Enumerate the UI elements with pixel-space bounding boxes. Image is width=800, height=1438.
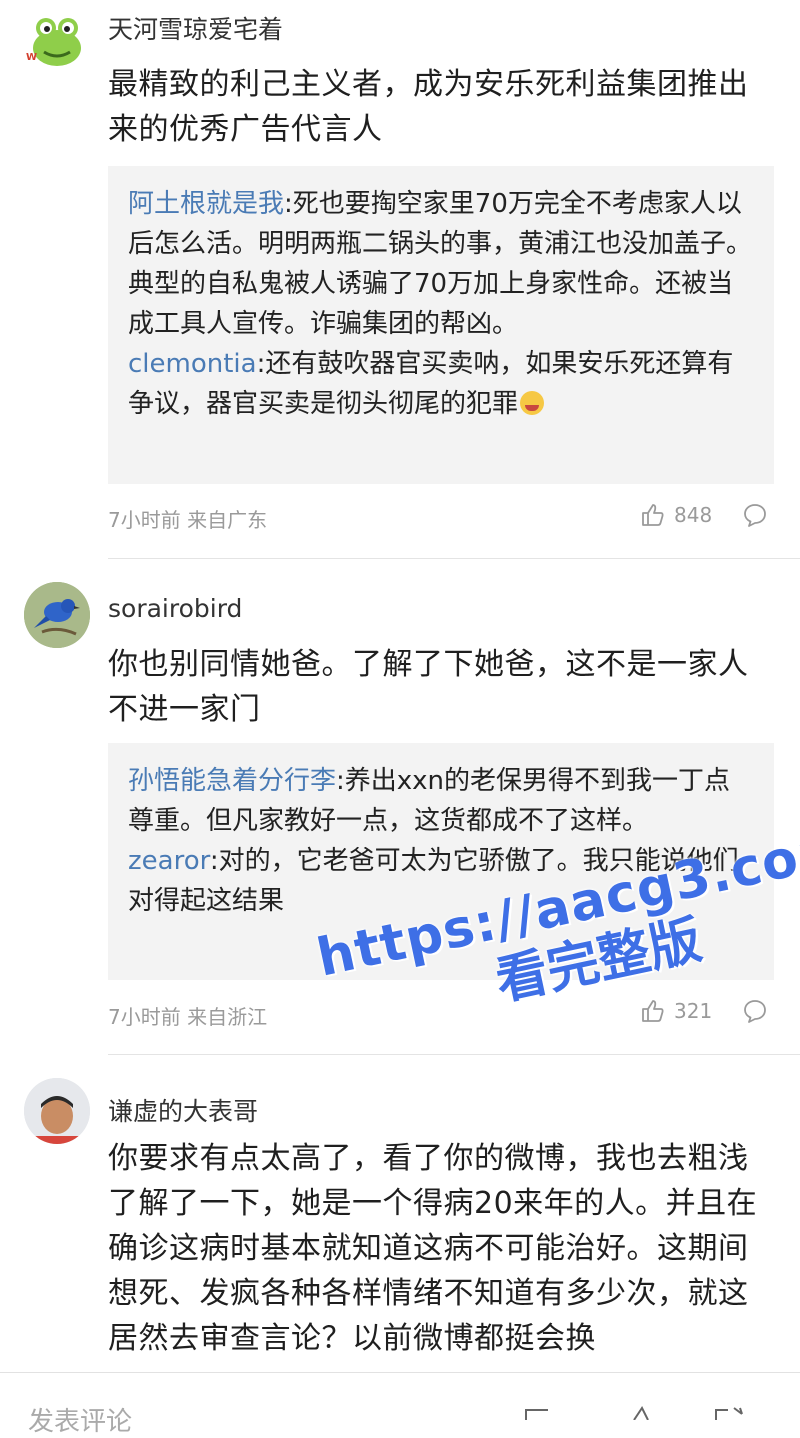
frog-avatar-icon: W <box>26 18 81 66</box>
bird-avatar-icon <box>24 582 90 648</box>
speech-bubble-icon <box>744 504 766 527</box>
reply-text: :对的，它老爸可太为它骄傲了。我只能说他们对得起这结果 <box>128 846 739 916</box>
avatar[interactable] <box>24 582 90 648</box>
reply-item: clemontia:还有鼓吹器官买卖呐，如果安乐死还算有争议，器官买卖是彻头彻尾… <box>128 344 754 424</box>
speech-bubble-icon <box>744 1000 766 1023</box>
share-icon[interactable] <box>712 1405 746 1424</box>
avatar[interactable]: W <box>24 8 90 74</box>
like-button[interactable]: 321 <box>640 998 712 1024</box>
person-avatar-icon <box>24 1078 90 1144</box>
comment-input-bar[interactable]: 发表评论 <box>0 1372 800 1437</box>
reply-username[interactable]: clemontia <box>128 349 257 379</box>
comment-list-icon[interactable] <box>522 1405 552 1424</box>
reply-item: zearor:对的，它老爸可太为它骄傲了。我只能说他们对得起这结果 <box>128 841 754 921</box>
comment-item: 谦虚的大表哥 你要求有点太高了，看了你的微博，我也去粗浅了解了一下，她是一个得病… <box>0 1056 800 1372</box>
comment-text: 你要求有点太高了，看了你的微博，我也去粗浅了解了一下，她是一个得病20来年的人。… <box>108 1141 758 1356</box>
comment-text: 你也别同情她爸。了解了下她爸，这不是一家人不进一家门 <box>108 647 749 727</box>
reply-item: 阿土根就是我:死也要掏空家里70万完全不考虑家人以后怎么活。明明两瓶二锅头的事，… <box>128 184 754 344</box>
reply-item: 孙悟能急着分行李:养出xxn的老保男得不到我一丁点尊重。但凡家教好一点，这货都成… <box>128 761 754 841</box>
username[interactable]: sorairobird <box>108 594 242 623</box>
svg-text:W: W <box>26 52 37 63</box>
reply-username[interactable]: 阿土根就是我 <box>128 189 284 219</box>
avatar[interactable] <box>24 1078 90 1144</box>
like-icon[interactable] <box>628 1405 658 1424</box>
like-button[interactable]: 848 <box>640 502 712 528</box>
divider <box>108 1054 800 1055</box>
comment-input[interactable]: 发表评论 <box>28 1401 132 1438</box>
like-count: 321 <box>674 999 713 1023</box>
thumbs-up-icon <box>642 1000 664 1022</box>
reply-box[interactable]: 孙悟能急着分行李:养出xxn的老保男得不到我一丁点尊重。但凡家教好一点，这货都成… <box>108 743 774 980</box>
reply-box[interactable]: 阿土根就是我:死也要掏空家里70万完全不考虑家人以后怎么活。明明两瓶二锅头的事，… <box>108 166 774 484</box>
comment-item: sorairobird 你也别同情她爸。了解了下她爸，这不是一家人不进一家门 孙… <box>0 560 800 1056</box>
comment-meta: 7小时前 来自浙江 <box>108 1005 268 1029</box>
username[interactable]: 天河雪琼爱宅着 <box>108 10 283 46</box>
thumbs-up-icon <box>642 504 664 526</box>
username[interactable]: 谦虚的大表哥 <box>108 1092 258 1128</box>
crying-laugh-emoji-icon <box>520 391 545 415</box>
reply-username[interactable]: 孙悟能急着分行李 <box>128 766 336 796</box>
comment-item: W 天河雪琼爱宅着 最精致的利己主义者，成为安乐死利益集团推出来的优秀广告代言人… <box>0 0 800 560</box>
divider <box>108 558 800 559</box>
like-count: 848 <box>674 503 713 527</box>
comment-text: 最精致的利己主义者，成为安乐死利益集团推出来的优秀广告代言人 <box>108 67 749 147</box>
comment-meta: 7小时前 来自广东 <box>108 508 268 532</box>
reply-button[interactable] <box>742 502 768 528</box>
reply-username[interactable]: zearor <box>128 846 210 876</box>
reply-button[interactable] <box>742 998 768 1024</box>
